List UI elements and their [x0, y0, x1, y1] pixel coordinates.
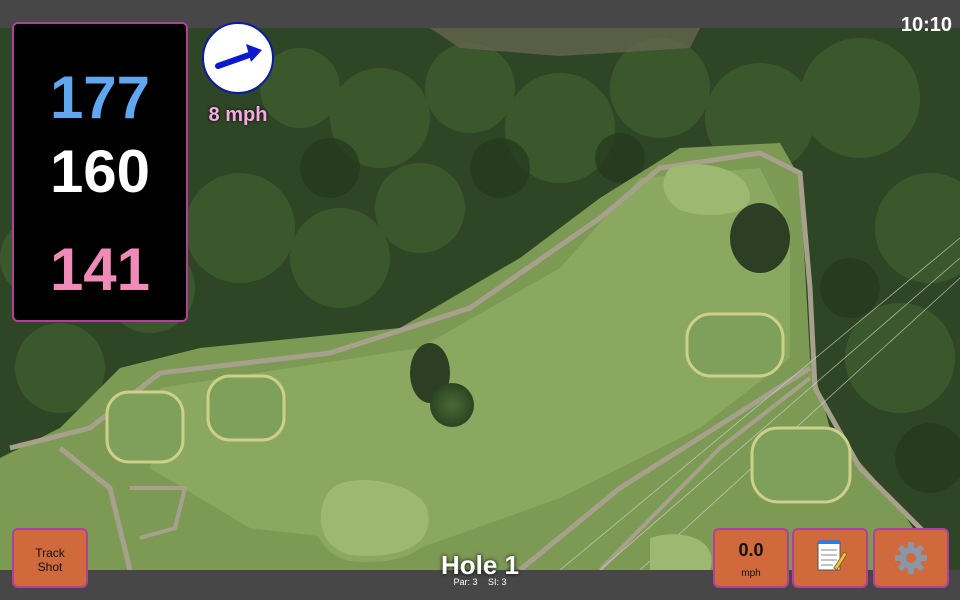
gear-icon — [895, 542, 927, 574]
back-distance: 177 — [49, 64, 151, 131]
front-distance: 141 — [49, 236, 151, 303]
track-shot-label-line2: Shot — [37, 560, 63, 574]
wind-speed: 8 mph — [208, 104, 268, 126]
speed-button[interactable]: 0.0 mph — [713, 528, 789, 588]
track-shot-button[interactable]: Track Shot — [12, 528, 88, 588]
middle-distance: 160 — [49, 138, 151, 205]
speed-unit: mph — [741, 568, 761, 579]
speed-value: 0.0 — [738, 540, 764, 560]
clock: 10:10 — [900, 14, 952, 36]
notepad-icon — [817, 540, 848, 571]
hole-stroke-index: SI: 3 — [488, 577, 507, 587]
track-shot-label-line1: Track — [35, 546, 65, 560]
distance-panel: 177 160 141 — [12, 22, 188, 322]
notes-button[interactable] — [792, 528, 868, 588]
hole-par: Par: 3 — [453, 577, 478, 587]
wind-arrow-icon — [215, 44, 262, 69]
settings-button[interactable] — [873, 528, 949, 588]
hole-info: Par: 3 SI: 3 — [380, 577, 580, 587]
wind-indicator — [202, 22, 274, 94]
